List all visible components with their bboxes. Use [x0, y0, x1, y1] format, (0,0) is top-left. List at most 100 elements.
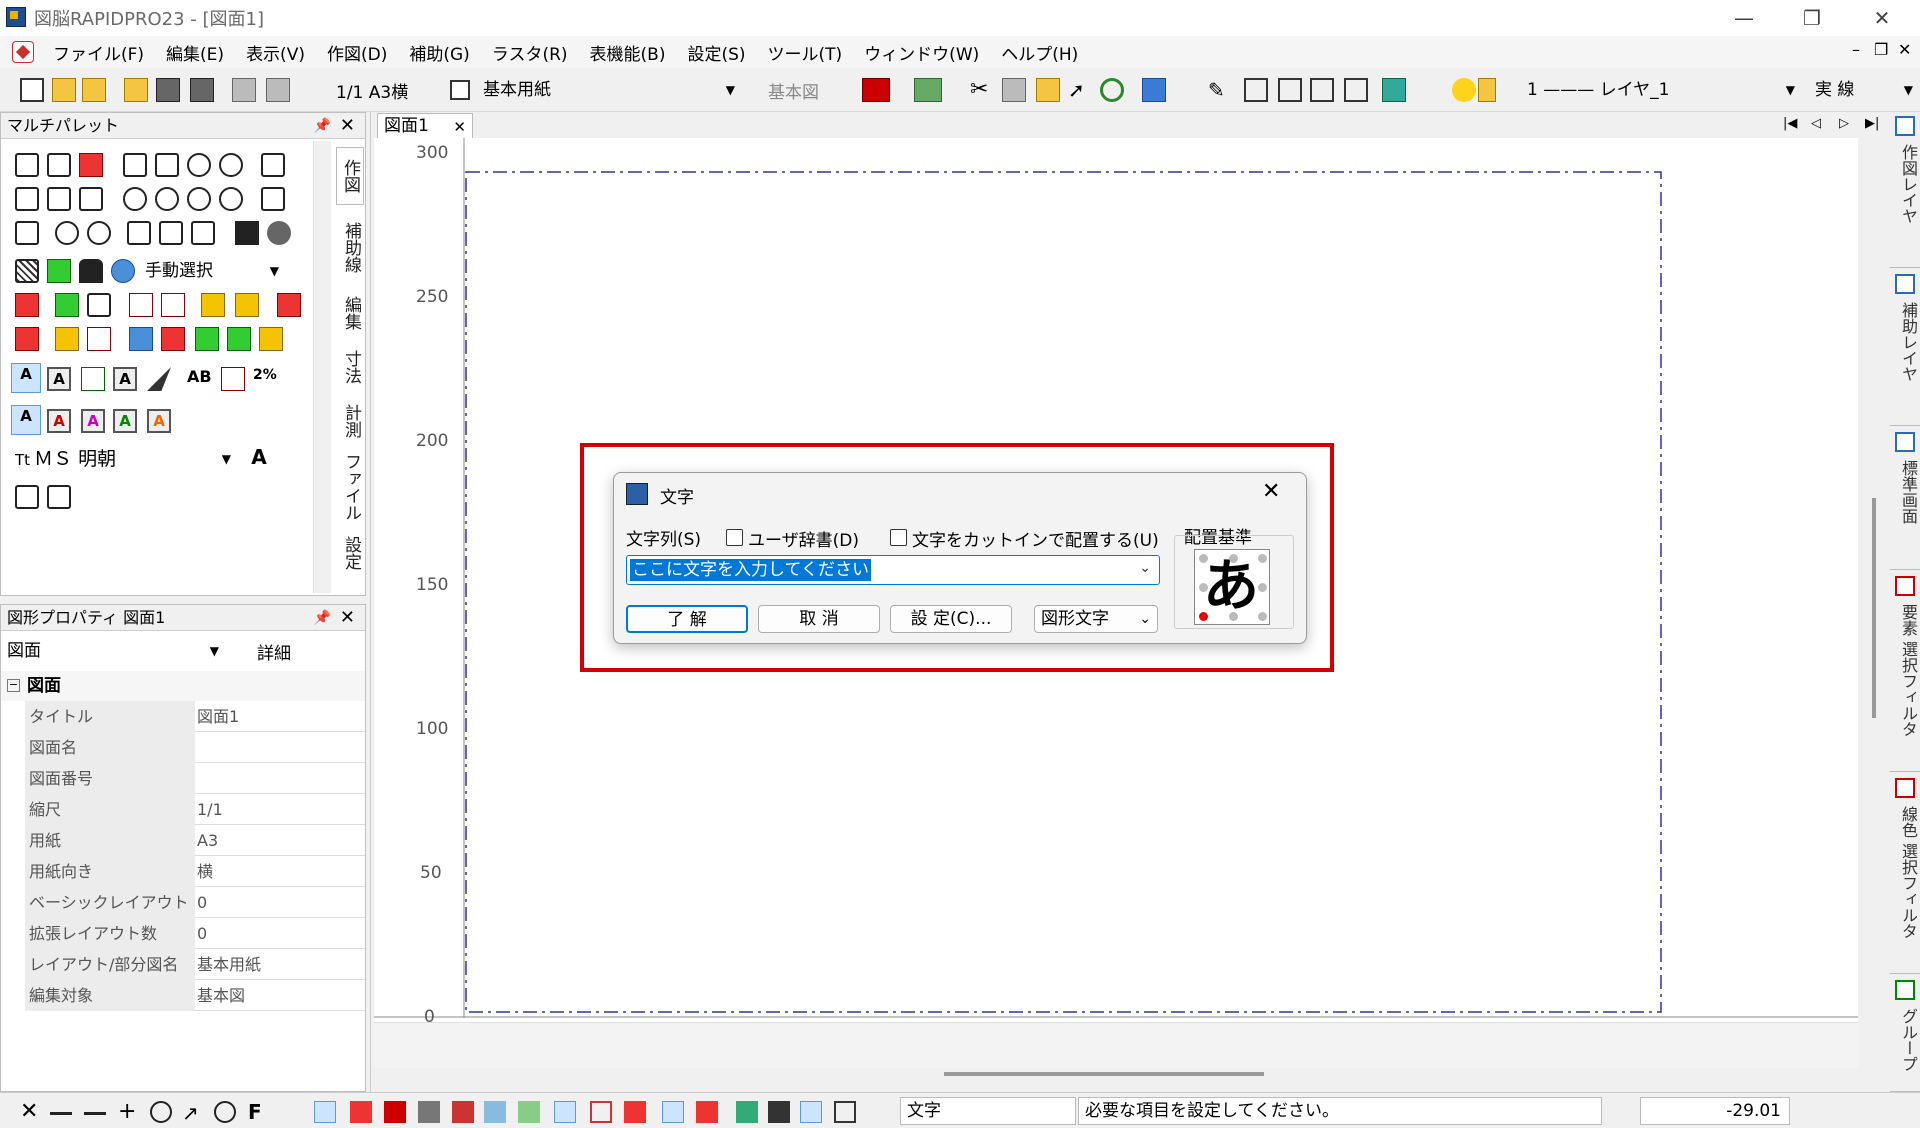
number-icon[interactable]: 2%	[253, 367, 277, 391]
status-tool-4-icon[interactable]	[418, 1101, 440, 1123]
redraw-icon[interactable]	[1344, 78, 1368, 102]
image-icon[interactable]	[55, 293, 79, 317]
layer-select[interactable]: 1 ——— レイヤ_1 ▼	[1520, 76, 1802, 104]
settings-button[interactable]: 設 定(C)...	[890, 605, 1012, 633]
text-style-2-icon[interactable]: A	[47, 409, 71, 433]
paste-icon[interactable]	[1036, 78, 1060, 102]
menu-draw[interactable]: 作図(D)	[316, 40, 398, 65]
grid-fill-icon[interactable]	[47, 259, 71, 283]
string-input-value[interactable]: ここに文字を入力してください	[630, 559, 871, 581]
snap-center-icon[interactable]	[150, 1101, 172, 1123]
ellipse-arc-icon[interactable]	[87, 221, 111, 245]
prop-value[interactable]: 図面1	[197, 701, 239, 732]
menu-raster[interactable]: ラスタ(R)	[481, 40, 579, 65]
line-type-select[interactable]: 実 線 ▼	[1808, 76, 1920, 104]
bezier-icon[interactable]	[159, 221, 183, 245]
menu-tools[interactable]: ツール(T)	[757, 40, 854, 65]
circle-3p-icon[interactable]	[187, 187, 211, 211]
zoom-fit-icon[interactable]	[1278, 78, 1302, 102]
status-tool-5-icon[interactable]	[452, 1101, 474, 1123]
dialog-close-icon[interactable]: ✕	[1262, 479, 1280, 504]
bulb-icon[interactable]	[1452, 78, 1476, 102]
snap-end-icon[interactable]	[50, 1101, 72, 1115]
block-icon[interactable]	[129, 293, 153, 317]
undo-icon[interactable]	[862, 78, 890, 102]
cut-in-checkbox[interactable]	[890, 529, 907, 546]
curve-icon[interactable]	[191, 221, 215, 245]
select-arrow-icon[interactable]: ➚	[1068, 78, 1092, 102]
status-tool-7-icon[interactable]	[518, 1101, 540, 1123]
first-tab-icon[interactable]: |◀	[1783, 116, 1797, 131]
prev-tab-icon[interactable]: ◁	[1811, 116, 1821, 131]
tab-draw[interactable]: 作図	[336, 147, 364, 205]
status-tool-3-icon[interactable]	[384, 1101, 406, 1123]
cut-in-label[interactable]: 文字をカットインで配置する(U)	[912, 526, 1159, 551]
document-menu-icon[interactable]	[12, 41, 34, 63]
layer-tool-icon[interactable]	[1382, 78, 1406, 102]
layer-3-icon[interactable]	[129, 327, 153, 351]
menu-help[interactable]: ヘルプ(H)	[990, 40, 1089, 65]
edit-mode-2-icon[interactable]	[768, 1101, 790, 1123]
pin-icon[interactable]: 📌	[314, 113, 331, 139]
pin-icon[interactable]: 📌	[314, 605, 331, 631]
user-dict-checkbox[interactable]	[726, 529, 743, 546]
chamfer-icon[interactable]	[79, 187, 103, 211]
cut-icon[interactable]: ✂	[970, 78, 994, 102]
layer-7-icon[interactable]	[259, 327, 283, 351]
snap-tangent-icon[interactable]: ↗	[182, 1101, 204, 1125]
horizontal-scrollbar[interactable]	[944, 1072, 1264, 1076]
menu-file[interactable]: ファイル(F)	[42, 40, 155, 65]
chevron-down-icon[interactable]: ⌄	[1139, 560, 1151, 576]
mdi-minimize-button[interactable]: –	[1852, 40, 1860, 59]
tab-file[interactable]: ファイル	[336, 451, 364, 523]
trim-icon[interactable]	[123, 153, 147, 177]
status-tool-8-icon[interactable]	[554, 1101, 576, 1123]
prop-value[interactable]: 0	[197, 887, 207, 918]
layer-6-icon[interactable]	[227, 327, 251, 351]
tab-draw-layer[interactable]: 作図レイヤ	[1890, 112, 1920, 268]
anchor-point[interactable]	[1229, 612, 1238, 621]
open-folder-icon[interactable]	[52, 78, 76, 102]
mdi-close-button[interactable]: ✕	[1898, 40, 1911, 59]
spline-icon[interactable]	[127, 221, 151, 245]
paper-select[interactable]: 基本用紙 ▼	[476, 76, 742, 104]
close-icon[interactable]: ✕	[340, 113, 355, 139]
prop-row[interactable]: 図面名	[25, 732, 365, 763]
prop-row[interactable]: 図面番号	[25, 763, 365, 794]
prop-row[interactable]: レイアウト/部分図名 基本用紙	[25, 949, 365, 980]
text-replace-icon[interactable]: AB	[187, 367, 212, 391]
open-recent-icon[interactable]	[82, 78, 106, 102]
prop-value[interactable]: 基本用紙	[197, 949, 261, 980]
fill-rect-icon[interactable]	[235, 221, 259, 245]
layer-4-icon[interactable]	[161, 327, 185, 351]
circle-x-icon[interactable]	[219, 187, 243, 211]
zoom-window-icon[interactable]	[1244, 78, 1268, 102]
text-path-icon[interactable]	[147, 367, 171, 391]
brush-icon[interactable]	[87, 327, 111, 351]
new-file-icon[interactable]	[20, 78, 44, 102]
prop-row[interactable]: 用紙 A3	[25, 825, 365, 856]
zoom-icon[interactable]	[1100, 78, 1124, 102]
status-tool-12-icon[interactable]	[696, 1101, 718, 1123]
multi-line-icon[interactable]	[79, 153, 103, 177]
tab-assist-layer[interactable]: 補助レイヤ	[1890, 270, 1920, 426]
prop-value[interactable]: 基本図	[197, 980, 245, 1011]
prop-row[interactable]: 編集対象 基本図	[25, 980, 365, 1011]
point-rect-icon[interactable]	[15, 221, 39, 245]
paint-icon[interactable]	[111, 259, 135, 283]
snap-mid-icon[interactable]	[84, 1101, 106, 1115]
tab-drawing[interactable]: 図面1 ✕	[377, 113, 473, 139]
symbol-icon[interactable]	[201, 293, 225, 317]
collapse-icon[interactable]: −	[7, 679, 20, 692]
zoom-prev-icon[interactable]	[1310, 78, 1334, 102]
tab-color-filter[interactable]: 線色 選択フィルタ	[1890, 774, 1920, 974]
copy-icon[interactable]	[1002, 78, 1026, 102]
text-style-3-icon[interactable]: A	[81, 409, 105, 433]
circle-center-icon[interactable]	[123, 187, 147, 211]
anchor-point[interactable]	[1229, 554, 1238, 563]
menu-window[interactable]: ウィンドウ(W)	[853, 40, 990, 65]
frame-icon[interactable]	[87, 293, 111, 317]
image-edit-icon[interactable]	[15, 293, 39, 317]
prop-value[interactable]: 0	[197, 918, 207, 949]
status-tool-9-icon[interactable]	[590, 1101, 612, 1123]
